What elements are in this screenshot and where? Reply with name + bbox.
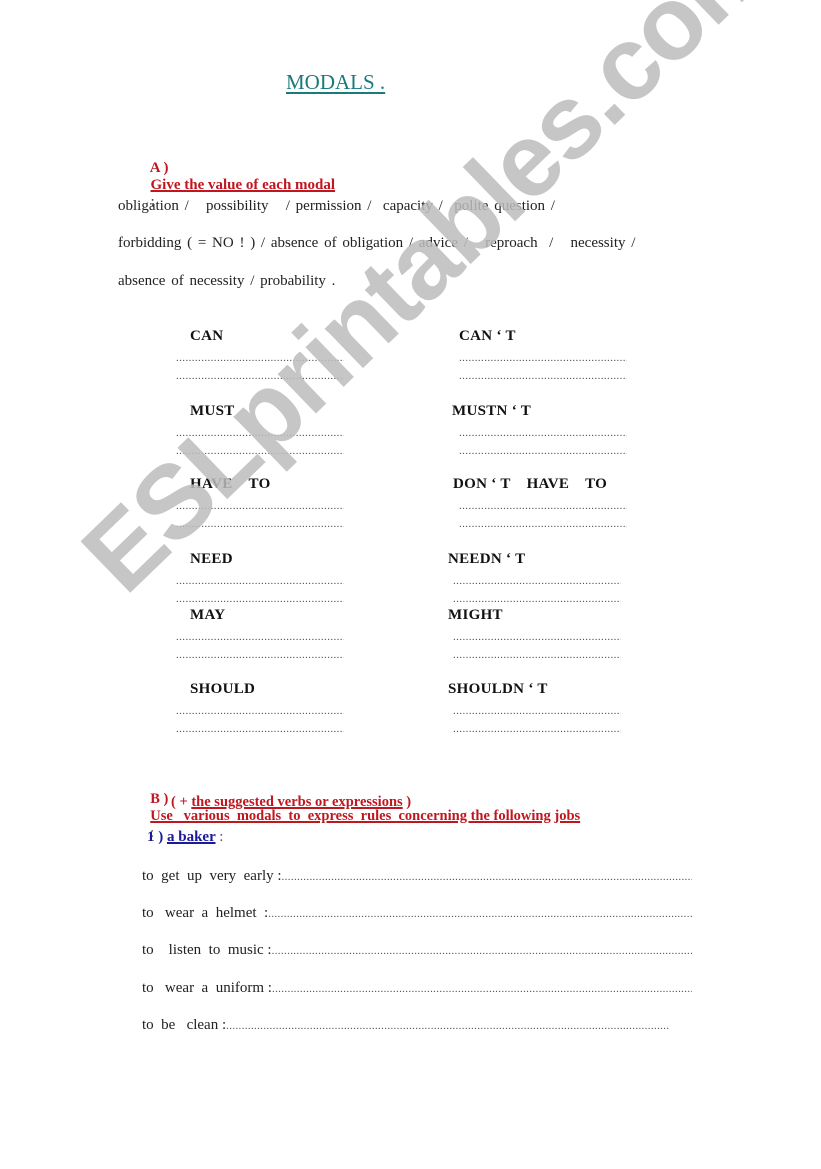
modal-label: SHOULD [190, 681, 256, 697]
answer-line[interactable]: ........................................… [272, 983, 692, 995]
answer-line[interactable]: ........................................… [176, 445, 344, 457]
job-name: a baker [167, 829, 216, 845]
answer-line[interactable]: ........................................… [453, 575, 621, 587]
sub-open: ( + [171, 794, 188, 810]
value-line-2: forbidding ( = NO ! ) / absence of oblig… [118, 235, 636, 251]
answer-line[interactable]: ........................................… [459, 352, 627, 364]
modal-label: MUSTN ‘ T [452, 403, 532, 419]
answer-line[interactable]: ........................................… [176, 575, 344, 587]
answer-line[interactable]: ........................................… [268, 908, 692, 920]
job-item: to listen to music :....................… [142, 942, 692, 959]
modal-label: NEEDN ‘ T [448, 551, 526, 567]
section-a-label: A ) [149, 160, 169, 176]
answer-line[interactable]: ........................................… [176, 500, 344, 512]
answer-line[interactable]: ........................................… [453, 593, 621, 605]
job-item-label: to get up very early : [142, 868, 282, 884]
answer-line[interactable]: ........................................… [459, 518, 627, 530]
answer-line[interactable]: ........................................… [459, 427, 627, 439]
job-item: to be clean :...........................… [142, 1017, 692, 1034]
answer-line[interactable]: ........................................… [176, 649, 344, 661]
job-item: to get up very early :..................… [142, 868, 692, 885]
sub-close: ) [406, 794, 412, 810]
section-a-instruction: Give the value of each modal [150, 177, 336, 193]
job-item: to wear a uniform :.....................… [142, 980, 692, 997]
job-item-label: to wear a helmet : [142, 905, 269, 921]
answer-line[interactable]: ........................................… [459, 445, 627, 457]
job-heading: 1 ) a baker : [147, 829, 223, 846]
answer-line[interactable]: ........................................… [453, 723, 621, 735]
answer-line[interactable]: ........................................… [272, 945, 692, 957]
modal-label: HAVE TO [190, 476, 271, 492]
job-item-label: to wear a uniform : [142, 980, 272, 996]
modal-label: MUST [190, 403, 235, 419]
modal-label: MIGHT [448, 607, 503, 623]
section-b-subheading: ( + the suggested verbs or expressions ) [171, 794, 411, 811]
job-item: to wear a helmet :......................… [142, 905, 692, 922]
answer-line[interactable]: ........................................… [176, 631, 344, 643]
job-colon: : [219, 829, 224, 845]
sub-instruction: the suggested verbs or expressions [191, 794, 403, 810]
job-item-label: to be clean : [142, 1017, 227, 1033]
answer-line[interactable]: ........................................… [176, 593, 344, 605]
modal-label: SHOULDN ‘ T [448, 681, 548, 697]
answer-line[interactable]: ........................................… [453, 631, 621, 643]
answer-line[interactable]: ........................................… [282, 871, 692, 883]
section-b-label: B ) [150, 791, 169, 807]
job-item-label: to listen to music : [142, 942, 272, 958]
answer-line[interactable]: ........................................… [453, 649, 621, 661]
answer-line[interactable]: ........................................… [176, 352, 344, 364]
answer-line[interactable]: ........................................… [176, 370, 344, 382]
modal-label: DON ‘ T HAVE TO [453, 476, 608, 492]
job-number: 1 ) [147, 829, 164, 845]
modal-label: CAN [190, 328, 224, 344]
modal-label: MAY [190, 607, 226, 623]
answer-line[interactable]: ........................................… [176, 427, 344, 439]
answer-line[interactable]: ........................................… [453, 705, 621, 717]
modal-label: CAN ‘ T [459, 328, 516, 344]
value-line-3: absence of necessity / probability . [118, 273, 336, 289]
value-line-1: obligation / possibility / permission / … [118, 198, 555, 214]
watermark: ESLprintables.com [60, 0, 795, 615]
answer-line[interactable]: ........................................… [176, 518, 344, 530]
answer-line[interactable]: ........................................… [176, 705, 344, 717]
answer-line[interactable]: ........................................… [176, 723, 344, 735]
modal-label: NEED [190, 551, 233, 567]
answer-line[interactable]: ........................................… [459, 370, 627, 382]
answer-line[interactable]: ........................................… [459, 500, 627, 512]
page-title: MODALS . [286, 70, 386, 94]
answer-line[interactable]: ........................................… [226, 1020, 669, 1032]
